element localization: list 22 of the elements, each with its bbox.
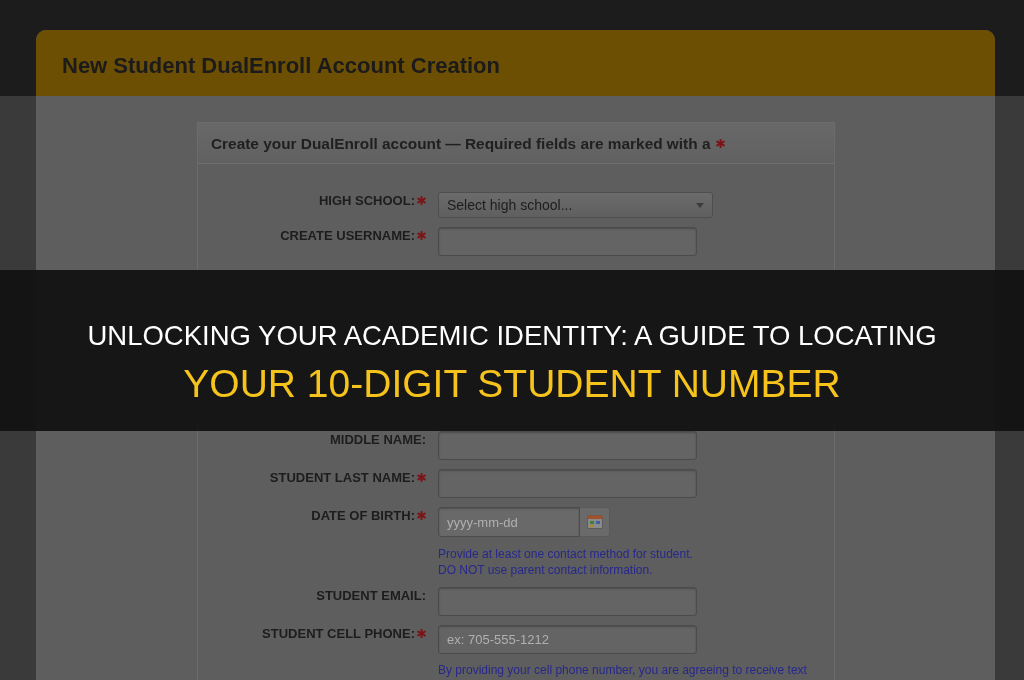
required-icon	[716, 138, 726, 148]
field-label: STUDENT LAST NAME:	[269, 469, 415, 486]
panel-heading: Create your DualEnroll account — Required fields are marked with a	[211, 133, 711, 153]
text-field[interactable]	[438, 469, 697, 498]
page-title: New Student DualEnroll Account Creation	[62, 51, 500, 80]
text-field[interactable]	[438, 227, 697, 256]
text-field[interactable]: ex: 705-555-1212	[438, 625, 697, 654]
field-label: HIGH SCHOOL:	[318, 192, 415, 209]
select-field[interactable]: Select high school...	[438, 192, 713, 218]
text-field[interactable]	[438, 587, 697, 616]
text-field[interactable]	[438, 431, 697, 460]
field-label: DATE OF BIRTH:	[311, 507, 415, 524]
field-label: STUDENT EMAIL:	[316, 587, 426, 604]
field-label: MIDDLE NAME:	[329, 431, 426, 448]
field-label: STUDENT CELL PHONE:	[262, 625, 415, 642]
calendar-button[interactable]	[580, 507, 610, 537]
banner-headline: UNLOCKING YOUR ACADEMIC IDENTITY: A GUIDE TO LOCATING	[87, 320, 937, 351]
field-label: CREATE USERNAME:	[280, 227, 415, 244]
date-field[interactable]: yyyy-mm-dd	[438, 507, 580, 537]
banner-highlight: YOUR 10-DIGIT STUDENT NUMBER	[183, 363, 841, 405]
calendar-icon	[586, 515, 603, 529]
caret-icon	[696, 202, 704, 208]
